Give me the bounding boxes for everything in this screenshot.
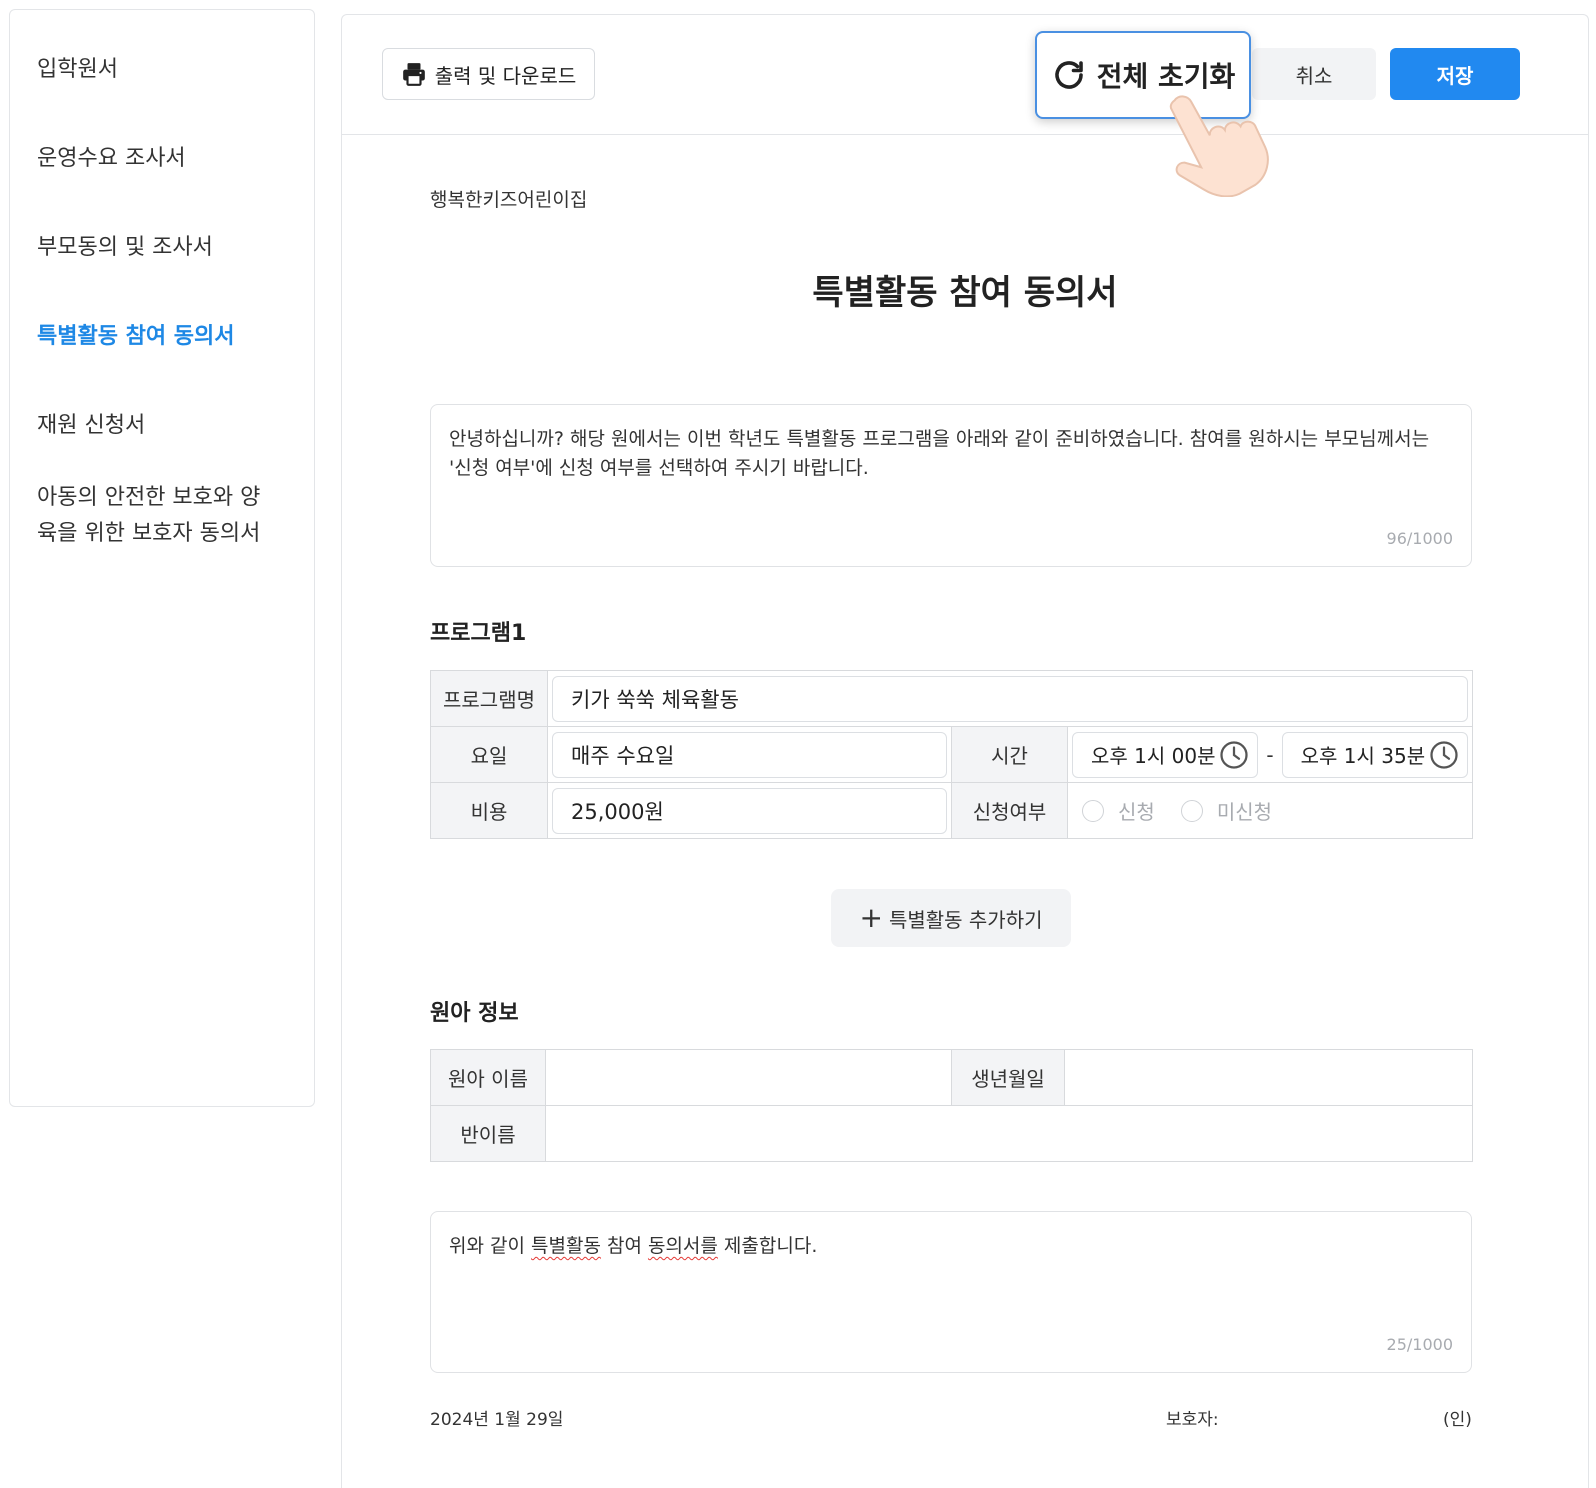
apply-option-yes: 신청 <box>1118 800 1155 824</box>
day-value: 매주 수요일 <box>571 743 675 768</box>
time-label: 시간 <box>951 726 1068 783</box>
submit-char-count: 25/1000 <box>1386 1335 1453 1354</box>
pointing-hand-icon <box>1169 95 1269 197</box>
program-heading: 프로그램1 <box>430 621 527 646</box>
document-title: 특별활동 참여 동의서 <box>812 273 1118 313</box>
sidebar-item-demand-survey[interactable]: 운영수요 조사서 <box>37 141 277 177</box>
child-name-label: 원아 이름 <box>430 1049 546 1106</box>
intro-char-count: 96/1000 <box>1386 529 1453 548</box>
print-download-button[interactable]: 출력 및 다운로드 <box>382 48 595 100</box>
toolbar: 출력 및 다운로드 전체 초기화 취소 저장 <box>342 15 1588 197</box>
apply-label: 신청여부 <box>951 782 1068 839</box>
organization-name: 행복한키즈어린이집 <box>430 189 588 211</box>
sidebar-item-special-activity[interactable]: 특별활동 참여 동의서 <box>37 319 277 355</box>
end-time-input[interactable]: 오후 1시 35분 <box>1281 731 1468 778</box>
apply-radio-no[interactable]: 미신청 <box>1180 796 1273 825</box>
submit-text: 위와 같이 특별활동 참여 동의서를 제출합니다. <box>449 1232 1453 1261</box>
class-name-label: 반이름 <box>430 1105 546 1162</box>
print-download-label: 출력 및 다운로드 <box>434 63 577 88</box>
sidebar: 입학원서 운영수요 조사서 부모동의 및 조사서 특별활동 참여 동의서 재원 … <box>9 9 315 1107</box>
time-separator: - <box>1266 742 1274 767</box>
refresh-icon <box>1054 61 1083 89</box>
clock-icon[interactable] <box>1219 740 1249 770</box>
add-activity-label: 특별활동 추가하기 <box>888 907 1043 932</box>
cost-value: 25,000원 <box>571 799 664 824</box>
cancel-label: 취소 <box>1295 63 1333 88</box>
sidebar-item-guardian-consent[interactable]: 아동의 안전한 보호와 양육을 위한 보호자 동의서 <box>37 480 277 552</box>
program-name-value: 키가 쑥쑥 체육활동 <box>571 687 739 712</box>
add-activity-button[interactable]: + 특별활동 추가하기 <box>831 889 1071 947</box>
cost-label: 비용 <box>430 782 548 839</box>
child-name-input[interactable] <box>545 1049 952 1106</box>
birthdate-input[interactable] <box>1064 1049 1473 1106</box>
seal-mark: (인) <box>1443 1410 1472 1430</box>
day-label: 요일 <box>430 726 548 783</box>
guardian-label: 보호자: <box>1166 1410 1219 1430</box>
intro-text: 안녕하십니까? 해당 원에서는 이번 학년도 특별활동 프로그램을 아래와 같이… <box>449 428 1430 479</box>
radio-circle[interactable] <box>1180 799 1203 822</box>
sidebar-item-parent-consent[interactable]: 부모동의 및 조사서 <box>37 230 277 266</box>
save-button[interactable]: 저장 <box>1390 48 1520 100</box>
spellcheck-word: 특별활동 <box>531 1235 601 1257</box>
program-name-label: 프로그램명 <box>430 670 548 727</box>
day-input[interactable]: 매주 수요일 <box>552 731 947 778</box>
sidebar-item-admission[interactable]: 입학원서 <box>37 52 277 88</box>
program-name-input[interactable]: 키가 쑥쑥 체육활동 <box>552 675 1468 722</box>
class-name-input[interactable] <box>545 1105 1473 1162</box>
submit-text-suffix: 제출합니다. <box>717 1235 818 1257</box>
plus-icon: + <box>859 901 883 934</box>
cost-input[interactable]: 25,000원 <box>552 787 947 834</box>
radio-circle[interactable] <box>1082 799 1104 822</box>
printer-icon <box>402 63 425 86</box>
save-label: 저장 <box>1436 63 1474 88</box>
submit-textarea[interactable]: 위와 같이 특별활동 참여 동의서를 제출합니다. 25/1000 <box>430 1211 1472 1373</box>
spellcheck-word: 동의서를 <box>647 1235 718 1257</box>
time-range: 오후 1시 00분 - 오후 1시 35분 <box>1068 731 1472 778</box>
apply-radio-yes[interactable]: 신청 <box>1082 796 1155 825</box>
program-table: 프로그램명 키가 쑥쑥 체육활동 요일 매주 수요일 시간 오후 1시 00분 <box>430 670 1473 839</box>
birthdate-label: 생년월일 <box>951 1049 1065 1106</box>
child-info-heading: 원아 정보 <box>430 1001 519 1026</box>
start-time-input[interactable]: 오후 1시 00분 <box>1072 731 1259 778</box>
apply-option-no: 미신청 <box>1216 800 1273 824</box>
main-panel: 출력 및 다운로드 전체 초기화 취소 저장 행복한키즈어린이집 특별활동 참여… <box>341 14 1589 1488</box>
submit-text-mid: 참여 <box>600 1235 648 1257</box>
end-time-value: 오후 1시 35분 <box>1300 744 1426 768</box>
submit-text-prefix: 위와 같이 <box>449 1235 531 1257</box>
submission-date: 2024년 1월 29일 <box>430 1410 564 1430</box>
clock-icon[interactable] <box>1429 740 1459 770</box>
sidebar-item-enrollment[interactable]: 재원 신청서 <box>37 408 277 444</box>
child-info-table: 원아 이름 생년월일 반이름 <box>430 1049 1473 1162</box>
start-time-value: 오후 1시 00분 <box>1091 744 1216 768</box>
apply-radio-group: 신청 미신청 <box>1068 796 1472 825</box>
intro-textarea[interactable]: 안녕하십니까? 해당 원에서는 이번 학년도 특별활동 프로그램을 아래와 같이… <box>430 404 1472 567</box>
